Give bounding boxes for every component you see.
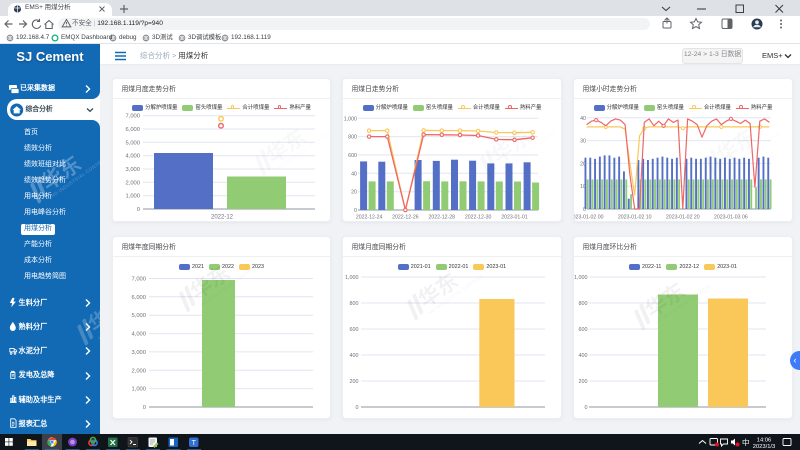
svg-text:800: 800 bbox=[579, 301, 588, 307]
svg-text:800: 800 bbox=[350, 301, 359, 307]
svg-text:0: 0 bbox=[137, 207, 140, 213]
svg-text:0: 0 bbox=[356, 405, 359, 411]
svg-text:2023-01-03 06: 2023-01-03 06 bbox=[714, 215, 748, 221]
svg-text:7,000: 7,000 bbox=[131, 277, 146, 283]
svg-text:3,000: 3,000 bbox=[125, 167, 140, 173]
svg-text:5,000: 5,000 bbox=[131, 313, 146, 319]
svg-text:40: 40 bbox=[580, 116, 586, 122]
svg-text:2,000: 2,000 bbox=[131, 368, 146, 374]
svg-text:1,000: 1,000 bbox=[344, 116, 357, 122]
svg-text:2023-01-01: 2023-01-01 bbox=[501, 215, 528, 221]
svg-text:200: 200 bbox=[579, 379, 588, 385]
svg-text:0: 0 bbox=[585, 405, 588, 411]
svg-text:1,000: 1,000 bbox=[345, 275, 359, 281]
svg-text:40: 40 bbox=[351, 171, 357, 177]
svg-text:1,000: 1,000 bbox=[574, 275, 588, 281]
svg-text:800: 800 bbox=[348, 135, 357, 141]
svg-text:4,000: 4,000 bbox=[125, 154, 140, 160]
svg-text:1,000: 1,000 bbox=[131, 387, 146, 393]
svg-text:2022-12: 2022-12 bbox=[211, 215, 234, 221]
svg-text:6,000: 6,000 bbox=[131, 295, 146, 301]
svg-text:2022-12-30: 2022-12-30 bbox=[465, 215, 492, 221]
svg-text:中: 中 bbox=[742, 437, 750, 447]
svg-text:T: T bbox=[192, 440, 197, 447]
svg-text:0: 0 bbox=[143, 405, 146, 411]
svg-text:200: 200 bbox=[350, 379, 359, 385]
svg-text:2023-01-02 00: 2023-01-02 00 bbox=[574, 215, 604, 221]
svg-text:4,000: 4,000 bbox=[131, 332, 146, 338]
svg-text:400: 400 bbox=[350, 353, 359, 359]
svg-text:400: 400 bbox=[579, 353, 588, 359]
svg-text:6,000: 6,000 bbox=[125, 127, 140, 133]
svg-text:600: 600 bbox=[350, 327, 359, 333]
svg-text:2022-12-24: 2022-12-24 bbox=[356, 215, 383, 221]
svg-text:2022-12-26: 2022-12-26 bbox=[392, 215, 419, 221]
svg-text:2023/1/3: 2023/1/3 bbox=[753, 444, 776, 450]
svg-text:14:06: 14:06 bbox=[757, 437, 772, 443]
svg-text:1,000: 1,000 bbox=[125, 194, 140, 200]
svg-text:2023-01-02 10: 2023-01-02 10 bbox=[618, 215, 652, 221]
svg-text:5,000: 5,000 bbox=[125, 140, 140, 146]
svg-text:3,000: 3,000 bbox=[131, 350, 146, 356]
svg-text:30: 30 bbox=[580, 139, 586, 145]
svg-text:2023-01-02 20: 2023-01-02 20 bbox=[666, 215, 700, 221]
svg-text:2,000: 2,000 bbox=[125, 180, 140, 186]
svg-text:0: 0 bbox=[354, 208, 357, 214]
svg-text:600: 600 bbox=[579, 327, 588, 333]
svg-text:2022-12-28: 2022-12-28 bbox=[429, 215, 456, 221]
svg-text:600: 600 bbox=[348, 153, 357, 159]
svg-text:7,000: 7,000 bbox=[125, 114, 140, 120]
svg-text:20: 20 bbox=[351, 190, 357, 196]
